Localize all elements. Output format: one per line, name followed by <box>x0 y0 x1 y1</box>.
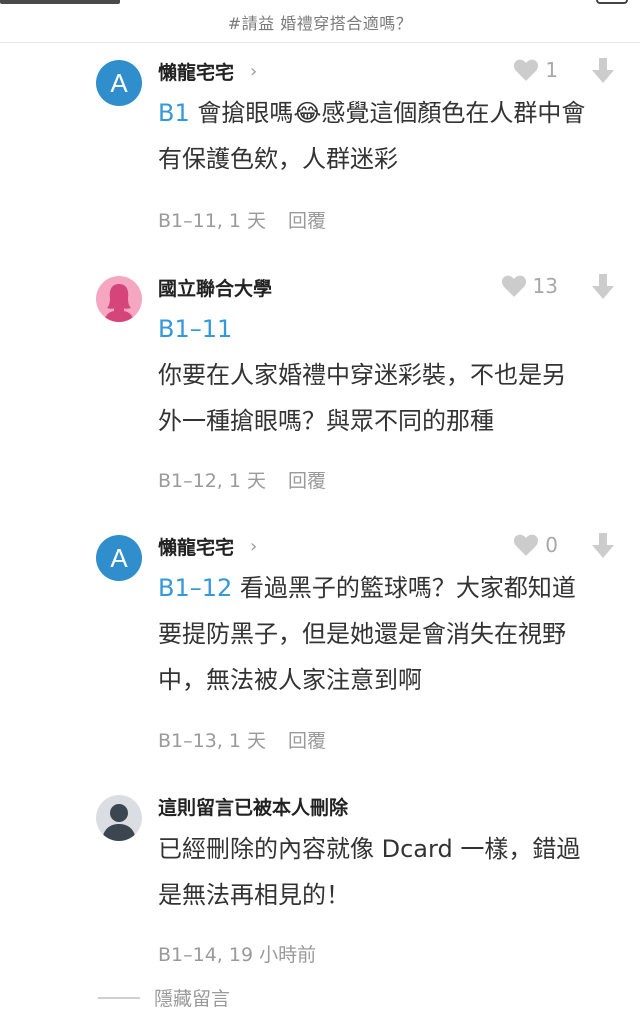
avatar-letter: A <box>110 542 128 573</box>
floor-time: B1–13, 1 天 <box>158 730 267 752</box>
comment-meta: B1–13, 1 天回覆 <box>158 726 326 753</box>
avatar[interactable] <box>96 276 142 322</box>
divider <box>98 996 140 999</box>
like-count: 0 <box>545 533 558 557</box>
avatar <box>96 795 142 841</box>
laughing-emoji: 😂 <box>293 99 322 127</box>
comment-body: 已經刪除的內容就像 Dcard 一樣，錯過 是無法再相見的！ <box>158 835 581 909</box>
downvote-button[interactable] <box>592 533 614 563</box>
heart-icon <box>514 59 539 81</box>
floor-reference-link[interactable]: B1–12 <box>158 574 232 602</box>
down-arrow-icon <box>592 58 614 83</box>
post-title: #請益 婚禮穿搭合適嗎？ <box>227 14 413 33</box>
author-name: 這則留言已被本人刪除 <box>158 797 349 819</box>
avatar[interactable]: A <box>96 60 142 106</box>
comment-meta: B1–11, 1 天回覆 <box>158 206 326 233</box>
chevron-right-icon: › <box>250 61 258 82</box>
floor-time: B1–11, 1 天 <box>158 210 267 232</box>
heart-icon <box>501 275 526 297</box>
comment-body: B1–12 看過黑子的籃球嗎？大家都知道 要提防黑子，但是她還是會消失在視野 中… <box>158 574 576 694</box>
chevron-right-icon: › <box>250 536 258 557</box>
hide-comments-toggle[interactable]: 隱藏留言 <box>98 984 230 1011</box>
reply-button[interactable]: 回覆 <box>288 210 326 232</box>
person-silhouette-icon <box>102 804 136 841</box>
female-silhouette-icon <box>104 284 134 322</box>
downvote-button[interactable] <box>592 58 614 88</box>
post-header: #請益 婚禮穿搭合適嗎？ <box>0 0 640 43</box>
status-bar-clipped <box>0 0 120 4</box>
avatar[interactable]: A <box>96 535 142 581</box>
like-button[interactable]: 0 <box>513 533 558 557</box>
avatar-letter: A <box>110 67 128 98</box>
like-count: 13 <box>532 274 558 298</box>
comment-meta: B1–12, 1 天回覆 <box>158 466 326 493</box>
floor-time: B1–14, 19 小時前 <box>158 944 317 966</box>
down-arrow-icon <box>592 274 614 299</box>
comment-meta: B1–14, 19 小時前 <box>158 940 316 967</box>
author-name[interactable]: 懶龍宅宅 › <box>158 58 257 85</box>
author-name[interactable]: 懶龍宅宅 › <box>158 533 257 560</box>
like-count: 1 <box>545 58 558 82</box>
floor-reference-link[interactable]: B1 <box>158 99 190 127</box>
heart-icon <box>514 534 539 556</box>
reply-button[interactable]: 回覆 <box>288 730 326 752</box>
like-button[interactable]: 1 <box>513 58 558 82</box>
status-bar-clipped-right <box>596 0 628 4</box>
like-button[interactable]: 13 <box>501 274 558 298</box>
downvote-button[interactable] <box>592 274 614 304</box>
comment-body: B1 會搶眼嗎😂感覺這個顏色在人群中會 有保護色欸，人群迷彩 <box>158 99 586 173</box>
floor-time: B1–12, 1 天 <box>158 470 267 492</box>
author-name[interactable]: 國立聯合大學 <box>158 274 272 301</box>
floor-reference-link[interactable]: B1–11 <box>158 306 618 352</box>
reply-button[interactable]: 回覆 <box>288 470 326 492</box>
comment-body: B1–11 你要在人家婚禮中穿迷彩裝，不也是另 外一種搶眼嗎？與眾不同的那種 <box>158 306 618 444</box>
hide-comments-label: 隱藏留言 <box>154 988 231 1010</box>
down-arrow-icon <box>592 533 614 558</box>
